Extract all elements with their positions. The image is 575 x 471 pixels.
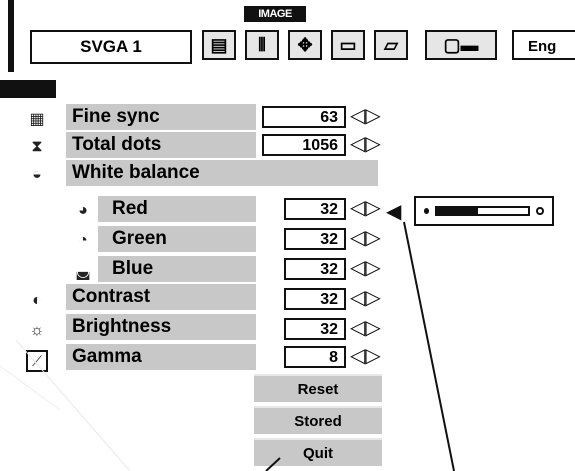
callout-line-left: [265, 457, 281, 471]
callout-line-right: [403, 221, 455, 471]
callout-lines: [0, 221, 455, 471]
faint-guide-line-2: [0, 365, 61, 411]
faint-guide-line: [15, 339, 131, 471]
